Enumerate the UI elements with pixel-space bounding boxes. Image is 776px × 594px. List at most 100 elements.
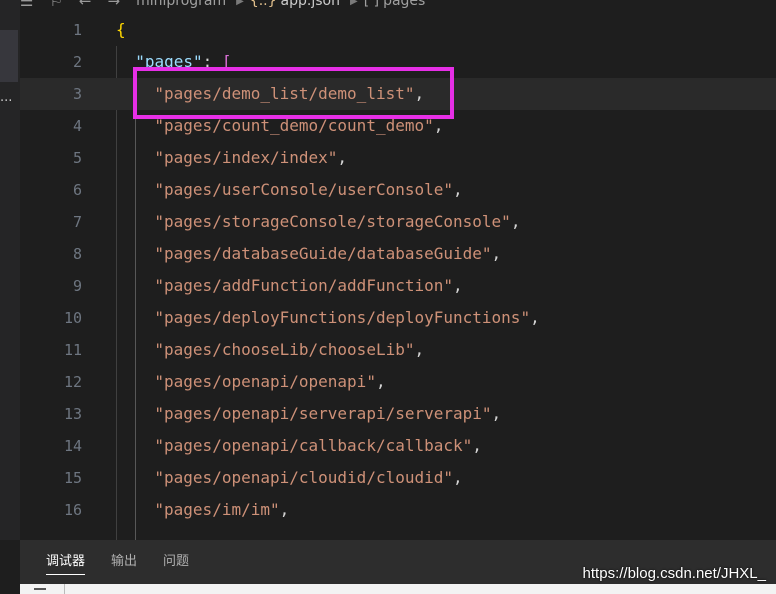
code-token: , (414, 340, 425, 359)
code-token: "pages/userConsole/userConsole" (154, 180, 454, 199)
code-token: { (116, 20, 126, 39)
code-text: "pages/index/index", (154, 142, 347, 174)
code-text: "pages/chooseLib/chooseLib", (154, 334, 424, 366)
back-arrow-icon[interactable]: ← (79, 0, 92, 10)
code-token: "pages/chooseLib/chooseLib" (154, 340, 415, 359)
code-text: "pages/openapi/cloudid/cloudid", (154, 462, 462, 494)
code-token: "pages/count_demo/count_demo" (154, 116, 434, 135)
code-token: "pages/im/im" (154, 500, 280, 519)
code-line[interactable]: 16 "pages/im/im", (20, 494, 776, 526)
code-line[interactable]: 9 "pages/addFunction/addFunction", (20, 270, 776, 302)
code-token: "pages/demo_list/demo_list" (154, 84, 415, 103)
code-text: "pages/databaseGuide/databaseGuide", (154, 238, 501, 270)
code-line[interactable]: 10 "pages/deployFunctions/deployFunctions… (20, 302, 776, 334)
line-number: 8 (72, 245, 82, 263)
code-text: "pages/userConsole/userConsole", (154, 174, 462, 206)
list-icon[interactable]: ☰ (20, 0, 33, 10)
line-number: 4 (72, 117, 82, 135)
line-number: 1 (72, 21, 82, 39)
code-line[interactable]: 14 "pages/openapi/callback/callback", (20, 430, 776, 462)
divider (64, 584, 65, 594)
activity-bar-active-item[interactable] (0, 30, 18, 82)
code-line[interactable]: 1{ (20, 14, 776, 46)
code-token: "pages/index/index" (154, 148, 338, 167)
code-text: "pages/openapi/callback/callback", (154, 430, 482, 462)
line-number: 14 (63, 437, 82, 455)
code-text: "pages/demo_list/demo_list", (154, 78, 424, 110)
bookmark-icon[interactable]: ⚐ (49, 0, 62, 10)
code-token: , (414, 84, 425, 103)
code-text: "pages/deployFunctions/deployFunctions", (154, 302, 539, 334)
line-number: 15 (63, 469, 82, 487)
code-line[interactable]: 8 "pages/databaseGuide/databaseGuide", (20, 238, 776, 270)
code-line[interactable]: 6 "pages/userConsole/userConsole", (20, 174, 776, 206)
code-token: "pages" (135, 52, 203, 71)
code-editor[interactable]: 1{2 "pages": [3 "pages/demo_list/demo_list… (20, 14, 776, 540)
watermark: https://blog.csdn.net/JHXL_ (582, 565, 766, 582)
line-number: 13 (63, 405, 82, 423)
code-token: , (337, 148, 348, 167)
code-line[interactable]: 11 "pages/chooseLib/chooseLib", (20, 334, 776, 366)
breadcrumb-separator-icon: ▶ (349, 0, 358, 7)
line-number: 16 (63, 501, 82, 519)
code-token: , (472, 436, 482, 455)
breadcrumb-folder[interactable]: miniprogram (136, 0, 226, 9)
code-token: , (510, 212, 521, 231)
json-file-icon: {..} (249, 0, 277, 9)
line-number: 11 (63, 341, 82, 359)
code-text: "pages/openapi/openapi", (154, 366, 385, 398)
code-token: "pages/storageConsole/storageConsole" (154, 212, 511, 231)
code-token: "pages/openapi/cloudid/cloudid" (154, 468, 454, 487)
code-text: { (116, 14, 126, 46)
line-number: 12 (63, 373, 82, 391)
code-token: , (530, 308, 540, 327)
code-text: "pages/im/im", (154, 494, 289, 526)
code-token: , (491, 404, 502, 423)
code-line[interactable]: 4 "pages/count_demo/count_demo", (20, 110, 776, 142)
code-token: , (375, 372, 386, 391)
code-line[interactable]: 15 "pages/openapi/cloudid/cloudid", (20, 462, 776, 494)
code-line[interactable]: 5 "pages/index/index", (20, 142, 776, 174)
line-number: 2 (72, 53, 82, 71)
symbol-array-icon: [ ] (363, 0, 380, 9)
code-line[interactable]: 13 "pages/openapi/serverapi/serverapi", (20, 398, 776, 430)
forward-arrow-icon[interactable]: → (107, 0, 120, 10)
code-line[interactable]: 2 "pages": [ (20, 46, 776, 78)
line-number: 10 (63, 309, 82, 327)
menu-icon[interactable] (34, 588, 46, 590)
code-text: "pages/addFunction/addFunction", (154, 270, 462, 302)
code-token: : (202, 52, 222, 71)
code-text: "pages/openapi/serverapi/serverapi", (154, 398, 501, 430)
code-text: "pages/storageConsole/storageConsole", (154, 206, 520, 238)
code-token: , (453, 468, 463, 487)
breadcrumb-file[interactable]: app.json (281, 0, 340, 9)
code-token: "pages/deployFunctions/deployFunctions" (154, 308, 531, 327)
code-line[interactable]: 7 "pages/storageConsole/storageConsole", (20, 206, 776, 238)
line-number: 5 (72, 149, 82, 167)
sidebar-truncated-label: ... (0, 90, 13, 105)
code-token: , (453, 276, 463, 295)
breadcrumb: ☰ ⚐ ← → miniprogram ▶ {..} app.json ▶ [ … (20, 0, 776, 11)
breadcrumb-symbol[interactable]: pages (383, 0, 425, 9)
code-text: "pages/count_demo/count_demo", (154, 110, 443, 142)
panel-tab[interactable]: 调试器 (46, 540, 86, 584)
code-line[interactable]: 12 "pages/openapi/openapi", (20, 366, 776, 398)
code-token: [ (221, 52, 232, 71)
panel-tabs: 调试器 输出 问题 (20, 540, 189, 584)
code-token: , (453, 180, 463, 199)
code-token: "pages/addFunction/addFunction" (154, 276, 454, 295)
code-token: , (279, 500, 290, 519)
panel-toolbar (20, 584, 776, 594)
code-token: "pages/databaseGuide/databaseGuide" (154, 244, 492, 263)
code-token: "pages/openapi/openapi" (154, 372, 376, 391)
line-number: 6 (72, 181, 82, 199)
panel-tab[interactable]: 输出 (111, 540, 137, 584)
panel-tab[interactable]: 问题 (163, 540, 189, 584)
code-line[interactable]: 3 "pages/demo_list/demo_list", (20, 78, 776, 110)
code-text: "pages": [ (135, 46, 231, 78)
line-number: 3 (72, 85, 82, 103)
activity-bar: ... (0, 0, 20, 540)
code-token: "pages/openapi/callback/callback" (154, 436, 473, 455)
code-token: , (491, 244, 502, 263)
line-number: 7 (72, 213, 82, 231)
